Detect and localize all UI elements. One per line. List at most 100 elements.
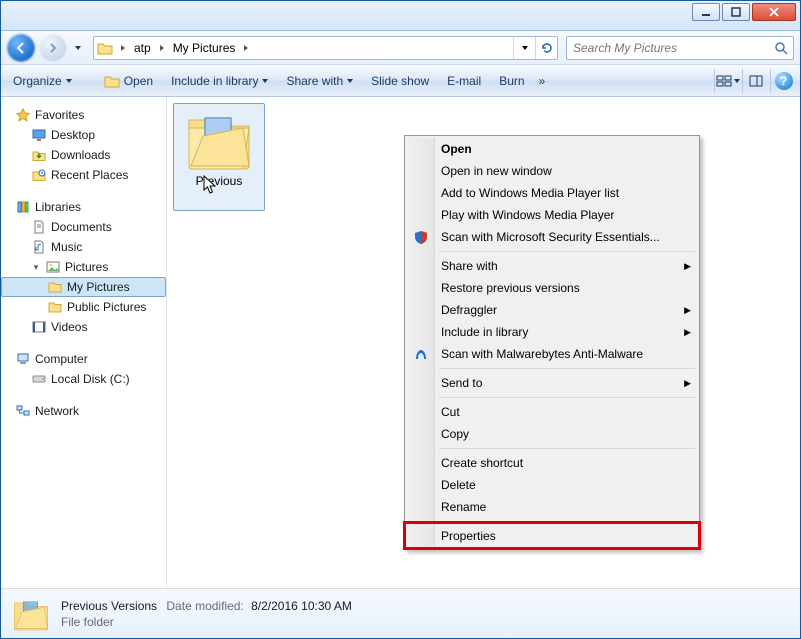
toolbar-overflow[interactable]: » bbox=[535, 74, 550, 88]
sidebar-desktop[interactable]: Desktop bbox=[1, 125, 166, 145]
email-button[interactable]: E-mail bbox=[439, 68, 489, 94]
drive-icon bbox=[31, 371, 47, 387]
toolbar: Organize Open Include in library Share w… bbox=[1, 65, 800, 97]
libraries-group: Libraries Documents Music ▾Pictures My P… bbox=[1, 197, 166, 337]
network-group: Network bbox=[1, 401, 166, 421]
details-text: Previous Versions Date modified: 8/2/201… bbox=[61, 599, 352, 629]
cm-separator bbox=[439, 397, 695, 398]
address-bar[interactable]: atp My Pictures bbox=[93, 36, 558, 60]
cm-scan-mse[interactable]: Scan with Microsoft Security Essentials.… bbox=[407, 226, 697, 248]
back-button[interactable] bbox=[7, 34, 35, 62]
details-name: Previous Versions bbox=[61, 599, 157, 613]
sidebar-recent-places[interactable]: Recent Places bbox=[1, 165, 166, 185]
sidebar-public-pictures[interactable]: Public Pictures bbox=[1, 297, 166, 317]
cm-separator bbox=[439, 521, 695, 522]
organize-button[interactable]: Organize bbox=[5, 68, 80, 94]
cm-open-new-window[interactable]: Open in new window bbox=[407, 160, 697, 182]
burn-button[interactable]: Burn bbox=[491, 68, 532, 94]
sidebar-pictures[interactable]: ▾Pictures bbox=[1, 257, 166, 277]
refresh-button[interactable] bbox=[535, 37, 557, 59]
cm-separator bbox=[439, 368, 695, 369]
cm-separator bbox=[439, 448, 695, 449]
documents-icon bbox=[31, 219, 47, 235]
close-button[interactable] bbox=[752, 3, 796, 21]
maximize-button[interactable] bbox=[722, 3, 750, 21]
view-options-button[interactable] bbox=[714, 69, 740, 93]
breadcrumb-sep-icon[interactable] bbox=[239, 45, 253, 51]
include-library-button[interactable]: Include in library bbox=[163, 68, 276, 94]
downloads-icon bbox=[31, 147, 47, 163]
folder-icon bbox=[47, 299, 63, 315]
sidebar-documents[interactable]: Documents bbox=[1, 217, 166, 237]
folder-icon bbox=[183, 108, 255, 172]
folder-previous-versions[interactable]: Previous bbox=[173, 103, 265, 211]
open-button[interactable]: Open bbox=[96, 68, 161, 94]
titlebar bbox=[1, 1, 800, 31]
cm-share-with[interactable]: Share with▶ bbox=[407, 255, 697, 277]
minimize-button[interactable] bbox=[692, 3, 720, 21]
breadcrumb-label: My Pictures bbox=[173, 41, 236, 55]
folder-label: Previous bbox=[196, 174, 243, 188]
explorer-window: { "titlebar": {}, "nav": { "crumb1": "at… bbox=[0, 0, 801, 639]
submenu-arrow-icon: ▶ bbox=[684, 305, 691, 316]
submenu-arrow-icon: ▶ bbox=[684, 378, 691, 389]
cm-send-to[interactable]: Send to▶ bbox=[407, 372, 697, 394]
history-dropdown[interactable] bbox=[71, 36, 85, 60]
breadcrumb-atp[interactable]: atp bbox=[130, 37, 155, 59]
cm-open[interactable]: Open bbox=[407, 138, 697, 160]
desktop-icon bbox=[31, 127, 47, 143]
cm-properties[interactable]: Properties bbox=[407, 525, 697, 547]
folder-icon bbox=[47, 279, 63, 295]
recent-icon bbox=[31, 167, 47, 183]
search-input[interactable] bbox=[567, 41, 769, 55]
cm-separator bbox=[439, 251, 695, 252]
breadcrumb-sep-icon[interactable] bbox=[116, 45, 130, 51]
mse-shield-icon bbox=[413, 229, 429, 245]
submenu-arrow-icon: ▶ bbox=[684, 261, 691, 272]
computer-icon bbox=[15, 351, 31, 367]
search-icon[interactable] bbox=[769, 41, 793, 55]
sidebar-music[interactable]: Music bbox=[1, 237, 166, 257]
network-icon bbox=[15, 403, 31, 419]
preview-pane-button[interactable] bbox=[742, 69, 768, 93]
addressbar-dropdown[interactable] bbox=[513, 37, 535, 59]
breadcrumb-sep-icon[interactable] bbox=[155, 45, 169, 51]
cm-include-library[interactable]: Include in library▶ bbox=[407, 321, 697, 343]
slideshow-button[interactable]: Slide show bbox=[363, 68, 437, 94]
sidebar-videos[interactable]: Videos bbox=[1, 317, 166, 337]
cm-create-shortcut[interactable]: Create shortcut bbox=[407, 452, 697, 474]
sidebar-my-pictures[interactable]: My Pictures bbox=[1, 277, 166, 297]
cm-defraggler[interactable]: Defraggler▶ bbox=[407, 299, 697, 321]
pictures-icon bbox=[45, 259, 61, 275]
details-date-label: Date modified: bbox=[166, 599, 243, 613]
search-box[interactable] bbox=[566, 36, 794, 60]
sidebar-downloads[interactable]: Downloads bbox=[1, 145, 166, 165]
cm-scan-mbam[interactable]: Scan with Malwarebytes Anti-Malware bbox=[407, 343, 697, 365]
cm-play-wmp[interactable]: Play with Windows Media Player bbox=[407, 204, 697, 226]
breadcrumb-my-pictures[interactable]: My Pictures bbox=[169, 37, 240, 59]
help-icon: ? bbox=[775, 72, 793, 90]
favorites-header[interactable]: Favorites bbox=[1, 105, 166, 125]
location-folder-icon bbox=[94, 41, 116, 55]
cm-delete[interactable]: Delete bbox=[407, 474, 697, 496]
sidebar-local-disk[interactable]: Local Disk (C:) bbox=[1, 369, 166, 389]
file-list[interactable]: Previous Open Open in new window Add to … bbox=[167, 97, 800, 588]
breadcrumb-label: atp bbox=[134, 41, 151, 55]
help-button[interactable]: ? bbox=[770, 69, 796, 93]
star-icon bbox=[15, 107, 31, 123]
forward-button[interactable] bbox=[39, 34, 67, 62]
cm-cut[interactable]: Cut bbox=[407, 401, 697, 423]
cm-rename[interactable]: Rename bbox=[407, 496, 697, 518]
music-icon bbox=[31, 239, 47, 255]
network-header[interactable]: Network bbox=[1, 401, 166, 421]
computer-header[interactable]: Computer bbox=[1, 349, 166, 369]
cm-restore-previous[interactable]: Restore previous versions bbox=[407, 277, 697, 299]
context-menu: Open Open in new window Add to Windows M… bbox=[404, 135, 700, 550]
libraries-header[interactable]: Libraries bbox=[1, 197, 166, 217]
expand-caret-icon[interactable]: ▾ bbox=[31, 262, 41, 273]
share-with-button[interactable]: Share with bbox=[278, 68, 361, 94]
cm-copy[interactable]: Copy bbox=[407, 423, 697, 445]
cm-add-wmp[interactable]: Add to Windows Media Player list bbox=[407, 182, 697, 204]
malwarebytes-icon bbox=[413, 346, 429, 362]
navbar: atp My Pictures bbox=[1, 31, 800, 65]
